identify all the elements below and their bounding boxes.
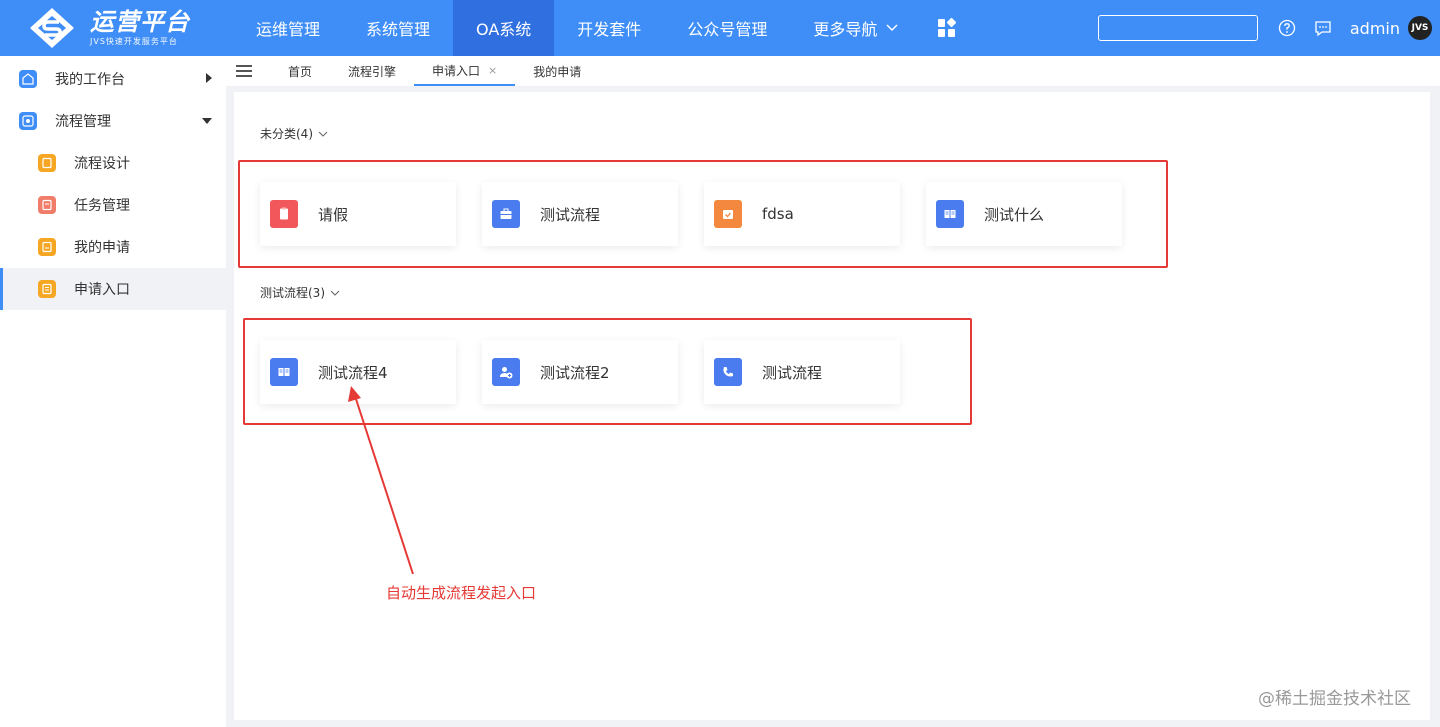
annotation-arrow-icon: [348, 386, 414, 575]
annotation-text: 自动生成流程发起入口: [386, 584, 537, 602]
watermark: @稀土掘金技术社区: [1258, 689, 1411, 709]
